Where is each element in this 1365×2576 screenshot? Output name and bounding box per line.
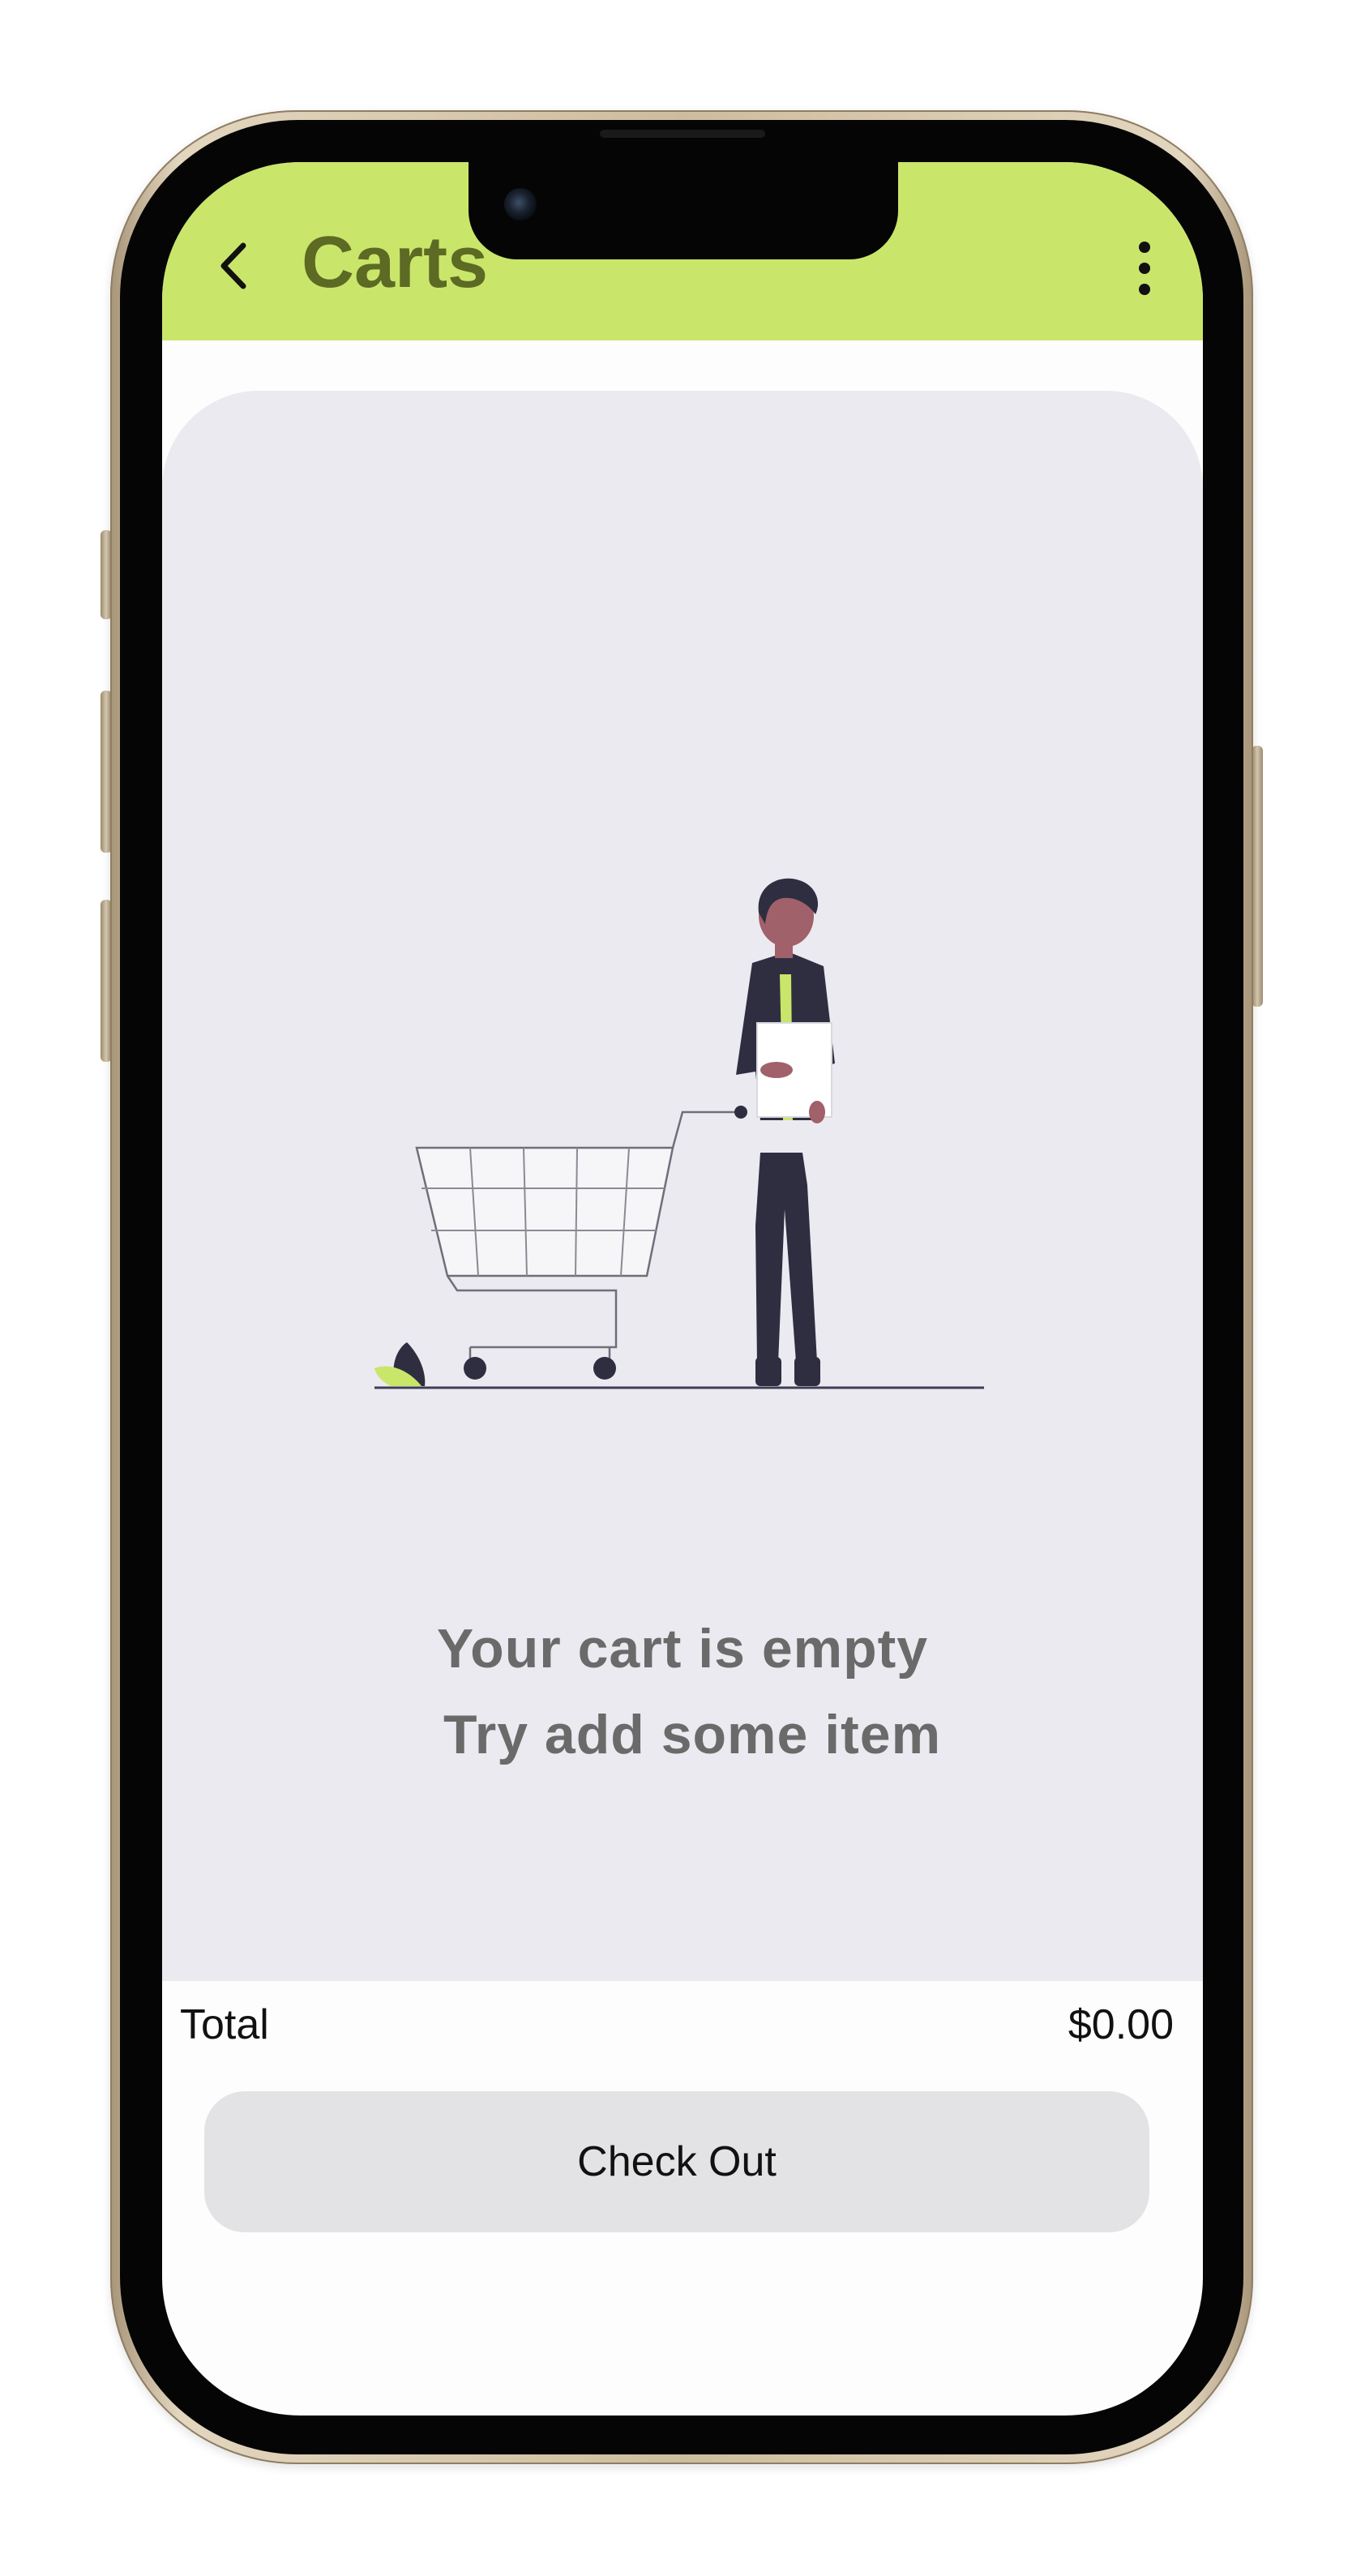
check-out-button[interactable]: Check Out <box>204 2091 1149 2232</box>
chevron-left-icon <box>220 242 246 289</box>
more-options-button[interactable] <box>1120 232 1169 305</box>
empty-cart-message: Your cart is empty <box>436 1618 929 1680</box>
more-vertical-icon <box>1139 242 1150 253</box>
shopping-cart-person-illustration <box>374 878 984 1389</box>
more-vertical-icon-dot <box>1139 263 1150 274</box>
more-vertical-icon-dot <box>1139 284 1150 295</box>
stage: Carts Your cart is empty Try add some it… <box>0 0 1365 2576</box>
back-button[interactable] <box>203 233 267 298</box>
power-button <box>1252 746 1263 1007</box>
empty-cart-hint: Try add some item <box>443 1704 942 1765</box>
screen: Carts Your cart is empty Try add some it… <box>162 162 1203 2416</box>
page-title: Carts <box>302 222 489 303</box>
front-camera <box>504 188 537 220</box>
speaker-grille <box>600 130 765 138</box>
total-value: $0.00 <box>1068 2001 1174 2048</box>
total-label: Total <box>180 2001 269 2048</box>
empty-cart-card: Your cart is empty Try add some item <box>162 391 1203 1981</box>
